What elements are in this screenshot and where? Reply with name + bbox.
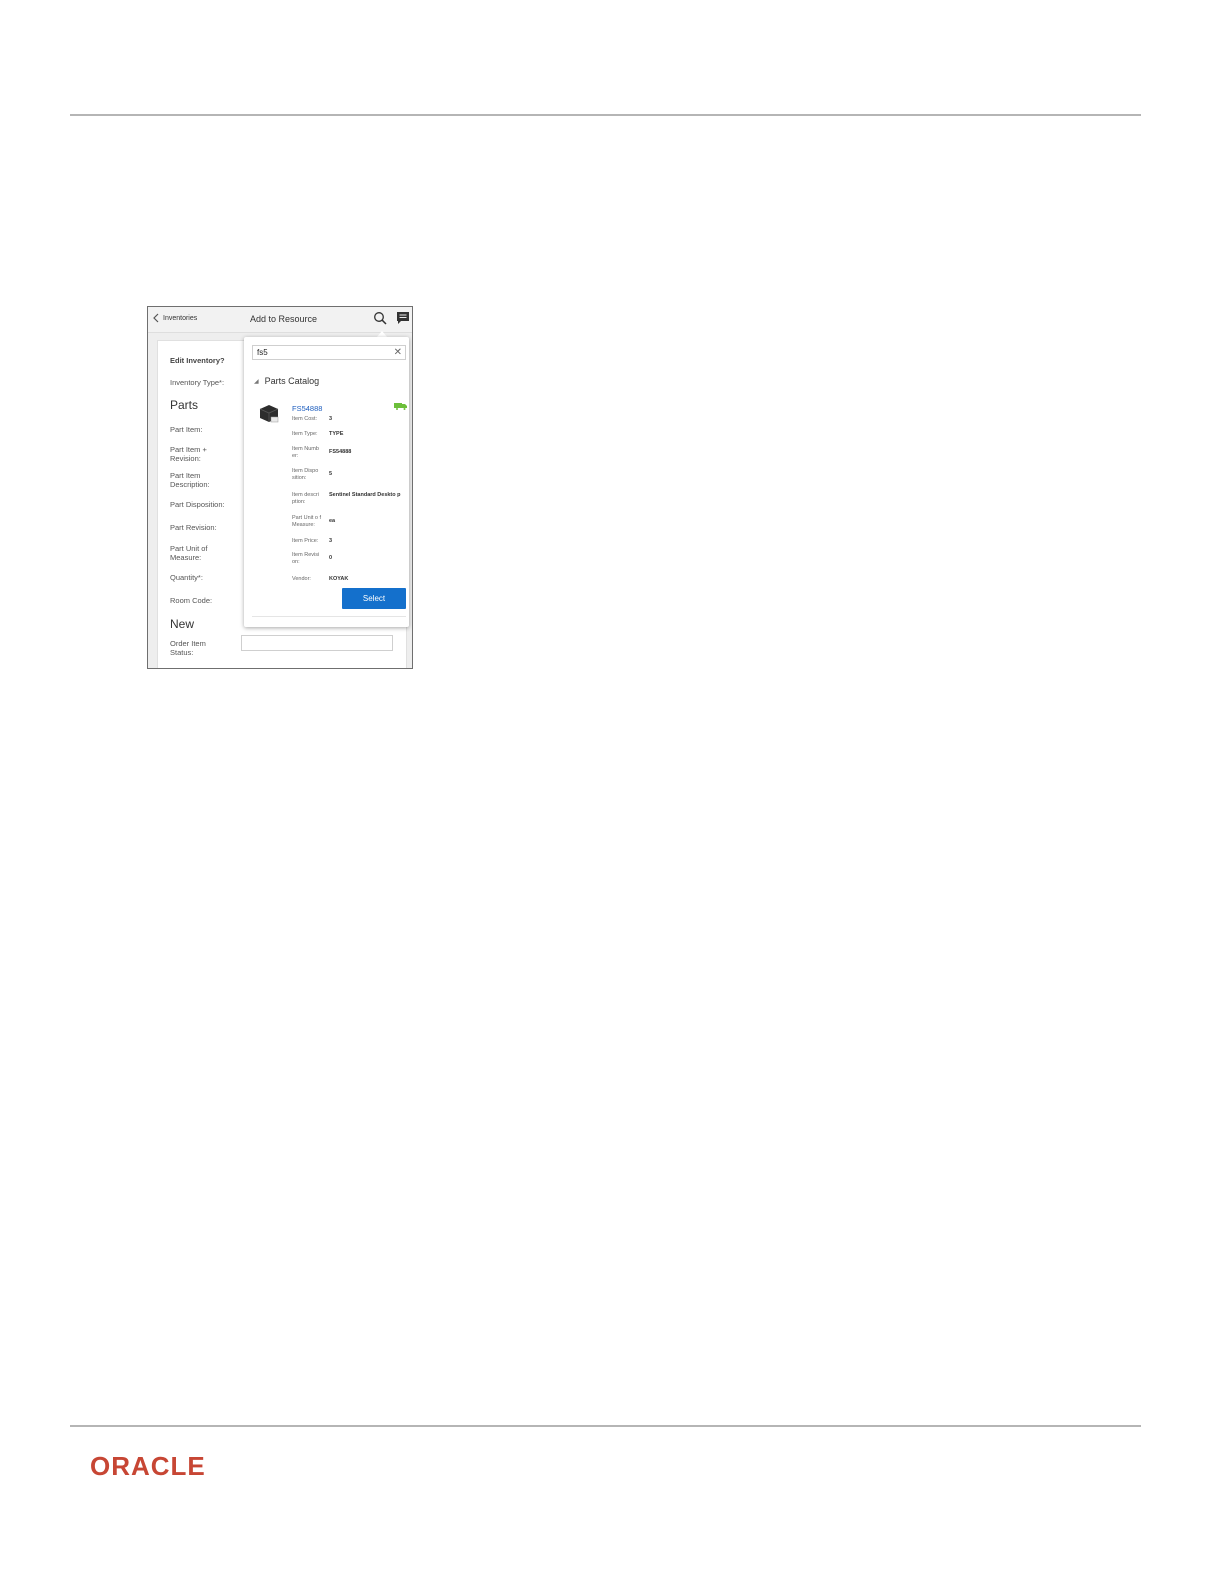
inventory-type-label: Inventory Type*: xyxy=(170,378,225,387)
app-header: Inventories Add to Resource xyxy=(148,307,412,333)
chat-icon[interactable] xyxy=(396,311,410,325)
field-key: Item Cost: xyxy=(292,416,318,422)
field-value: FS54888 xyxy=(329,449,352,455)
order-item-status-field[interactable] xyxy=(241,635,393,651)
back-label: Inventories xyxy=(163,314,198,322)
field-value: 0 xyxy=(329,555,333,561)
section-new: New xyxy=(170,617,195,631)
select-button[interactable]: Select xyxy=(342,588,406,609)
collapse-triangle-icon: ◢ xyxy=(254,378,259,385)
back-button[interactable]: Inventories xyxy=(153,313,197,323)
search-popover: fs5 ✕ ◢ Parts Catalog FS54888 Item Cost:… xyxy=(244,337,409,627)
order-item-status-label: Order Item Status: xyxy=(170,639,206,657)
field-value: Sentinel Standard Deskto p xyxy=(329,492,401,498)
close-icon[interactable]: ✕ xyxy=(394,347,402,358)
field-value: 5 xyxy=(329,471,333,477)
field-key: Item Price: xyxy=(292,538,319,544)
parts-catalog-header[interactable]: ◢ Parts Catalog xyxy=(254,376,319,386)
item-number-link[interactable]: FS54888 xyxy=(292,404,322,413)
field-value: 3 xyxy=(329,538,333,544)
oracle-logo: ORACLE xyxy=(90,1451,206,1480)
footer-rule xyxy=(70,1425,1141,1427)
header-rule xyxy=(70,114,1141,116)
chevron-left-icon xyxy=(153,313,159,323)
part-unit-of-measure-label: Part Unit of Measure: xyxy=(170,544,208,562)
field-key: Item Type: xyxy=(292,431,318,437)
part-revision-label: Part Revision: xyxy=(170,523,217,532)
part-item-revision-label: Part Item + Revision: xyxy=(170,445,207,463)
field-key: Item descri ption: xyxy=(292,492,319,505)
field-key: Item Dispo sition: xyxy=(292,468,319,481)
app-screenshot: Inventories Add to Resource Edit Invento… xyxy=(147,306,413,669)
search-input-value: fs5 xyxy=(257,348,268,357)
search-input[interactable]: fs5 ✕ xyxy=(252,345,406,360)
field-key: Item Revisi on: xyxy=(292,552,320,565)
part-disposition-label: Part Disposition: xyxy=(170,500,225,509)
field-value: ea xyxy=(329,518,336,524)
section-parts: Parts xyxy=(170,398,199,412)
part-item-label: Part Item: xyxy=(170,425,203,434)
search-icon[interactable] xyxy=(373,311,387,325)
field-key: Part Unit o f Measure: xyxy=(292,515,322,528)
truck-icon xyxy=(394,403,407,410)
popover-divider xyxy=(252,616,406,617)
oracle-logo-text: ORACLE xyxy=(90,1451,206,1480)
quantity-label: Quantity*: xyxy=(170,573,203,582)
printer-thumbnail-icon xyxy=(259,405,279,423)
edit-inventory-label: Edit Inventory? xyxy=(170,356,225,365)
field-key: Vendor: xyxy=(292,576,311,582)
field-value: 3 xyxy=(329,416,333,422)
parts-catalog-title: Parts Catalog xyxy=(264,376,320,386)
page-title: Add to Resource xyxy=(250,314,318,324)
part-item-description-label: Part Item Description: xyxy=(170,471,210,489)
field-value: TYPE xyxy=(329,431,344,437)
field-value: KOYAK xyxy=(329,576,349,582)
field-key: Item Numb er: xyxy=(292,446,319,459)
room-code-label: Room Code: xyxy=(170,596,213,605)
